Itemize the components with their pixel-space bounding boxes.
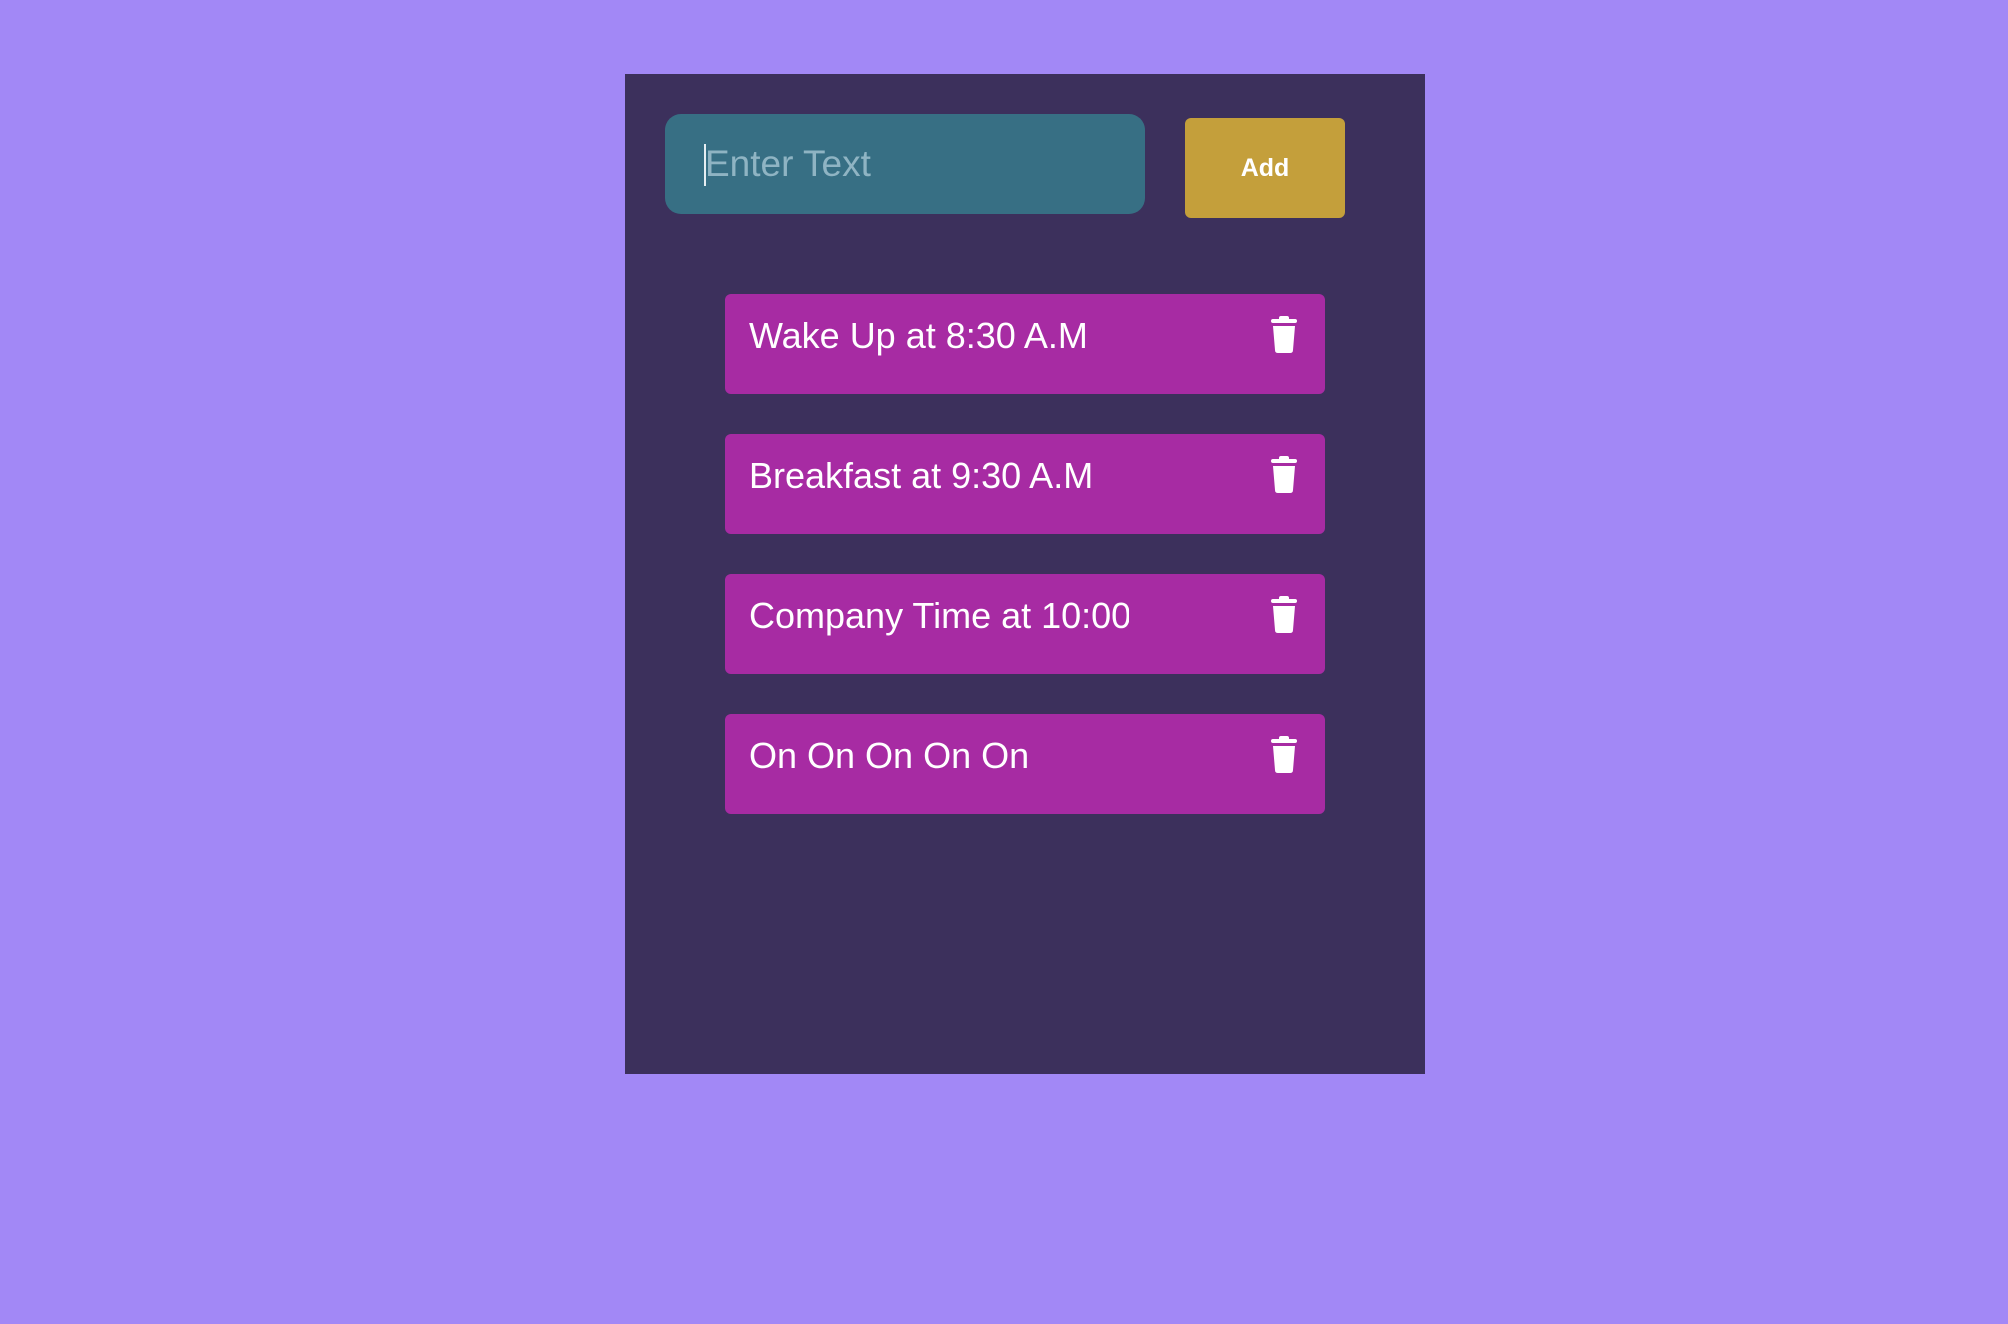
trash-icon [1271, 736, 1297, 773]
add-button[interactable]: Add [1185, 118, 1345, 218]
trash-icon [1271, 316, 1297, 353]
todo-item-text: Company Time at 10:00 A.M [749, 595, 1129, 636]
todo-item: On On On On On [725, 714, 1325, 814]
delete-todo-button[interactable] [1263, 454, 1305, 496]
text-cursor [704, 144, 706, 186]
delete-todo-button[interactable] [1263, 314, 1305, 356]
todo-item-text: Breakfast at 9:30 A.M [749, 455, 1094, 496]
todo-item-text: On On On On On [749, 735, 1030, 776]
todo-panel: Add Wake Up at 8:30 A.M Breakfast at 9:3… [625, 74, 1425, 1074]
todo-item: Breakfast at 9:30 A.M [725, 434, 1325, 534]
trash-icon [1271, 596, 1297, 633]
todo-item: Wake Up at 8:30 A.M [725, 294, 1325, 394]
todo-list: Wake Up at 8:30 A.M Breakfast at 9:30 A.… [725, 294, 1325, 854]
todo-item: Company Time at 10:00 A.M [725, 574, 1325, 674]
todo-text-input[interactable] [665, 114, 1145, 214]
delete-todo-button[interactable] [1263, 734, 1305, 776]
trash-icon [1271, 456, 1297, 493]
todo-item-text: Wake Up at 8:30 A.M [749, 315, 1088, 356]
delete-todo-button[interactable] [1263, 594, 1305, 636]
